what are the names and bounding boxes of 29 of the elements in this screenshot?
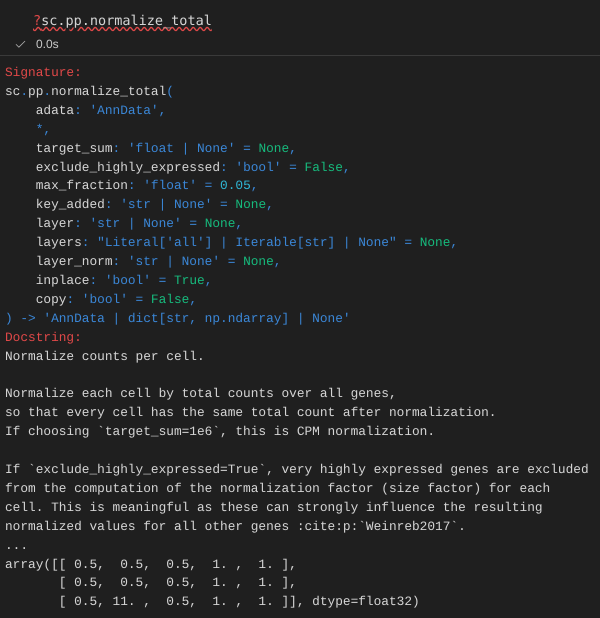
output-line: cell. This is meaningful as these can strongly influence the resulting (5, 498, 543, 517)
output-line: max_fraction: 'float' = 0.05, (34, 177, 258, 196)
output-line: layer: 'str | None' = None, (34, 215, 244, 234)
output-line: adata: 'AnnData', (34, 102, 166, 120)
output-line: normalized values for all other genes :cite:p:`Weinreb2017`. (5, 518, 466, 536)
output-line: [ 0.5, 0.5, 0.5, 1. , 1. ], (58, 574, 297, 592)
output-line: *, (34, 120, 52, 139)
output-line: ... (5, 536, 28, 555)
output-line: exclude_highly_expressed: 'bool' = False, (34, 158, 351, 177)
output-line: ) -> 'AnnData | dict[str, np.ndarray] | None' (5, 310, 351, 328)
output-line: sc.pp.normalize_total( (5, 82, 174, 101)
code-input[interactable]: ?sc.pp.normalize_total (33, 13, 212, 29)
output-line: from the computation of the normalization factor (size factor) for each (5, 480, 550, 498)
output-line: [ 0.5, 11. , 0.5, 1. , 1. ]], dtype=float32) (58, 593, 420, 612)
output-line: inplace: 'bool' = True, (34, 272, 212, 290)
output-line: Signature: (5, 64, 82, 82)
output-line: Normalize counts per cell. (5, 348, 205, 366)
output-line: target_sum: 'float | None' = None, (34, 140, 297, 158)
output-line: If `exclude_highly_expressed=True`, very highly expressed genes are excluded (5, 461, 589, 479)
output-line: Docstring: (5, 328, 82, 347)
output-line: key_added: 'str | None' = None, (34, 196, 274, 214)
execution-time: 0.0s (36, 36, 59, 53)
output-line: so that every cell has the same total count after normalization. (5, 404, 496, 422)
output-line: array([[ 0.5, 0.5, 0.5, 1. , 1. ], (5, 556, 297, 574)
output-line: layer_norm: 'str | None' = None, (34, 253, 282, 272)
output-line: If choosing `target_sum=1e6`, this is CPM normalization. (5, 423, 436, 442)
output-line: Normalize each cell by total counts over all genes, (5, 385, 397, 404)
output-line: layers: "Literal['all'] | Iterable[str] | None" = None, (34, 234, 458, 252)
output-line: copy: 'bool' = False, (34, 290, 198, 309)
